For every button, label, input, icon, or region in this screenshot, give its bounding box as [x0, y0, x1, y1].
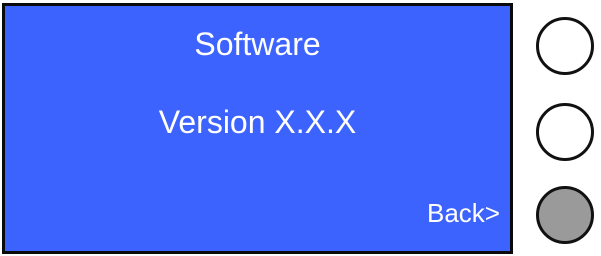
- software-version-text: Version X.X.X: [158, 104, 357, 140]
- middle-hardware-button[interactable]: [536, 103, 594, 161]
- bottom-hardware-button-back[interactable]: [536, 186, 594, 244]
- back-softkey-label: Back>: [427, 198, 500, 228]
- screen-title: Software: [194, 26, 321, 62]
- top-hardware-button[interactable]: [536, 17, 594, 75]
- device-display-screen: Software Version X.X.X Back>: [2, 3, 513, 254]
